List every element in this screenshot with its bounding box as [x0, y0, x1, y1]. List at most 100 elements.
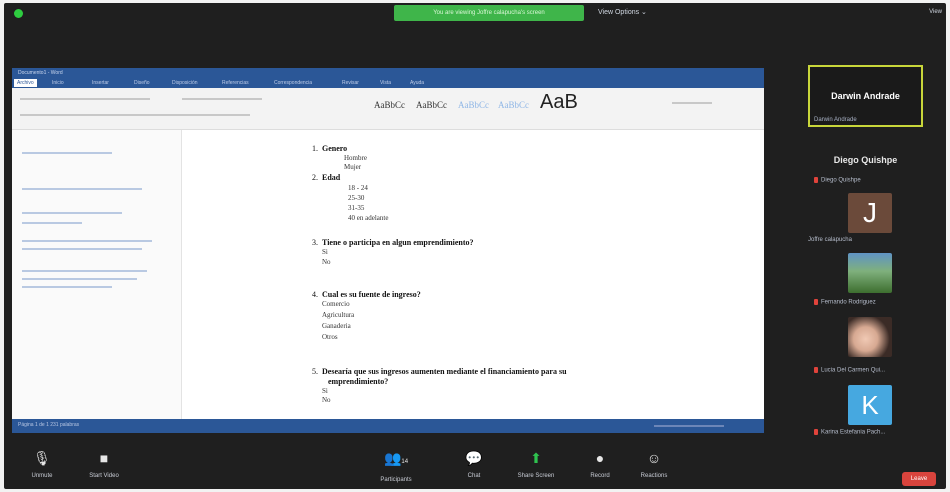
navigation-pane [12, 130, 182, 419]
ribbon-tab[interactable]: Correspondencia [274, 79, 312, 87]
ribbon-tab[interactable]: Diseño [134, 79, 150, 87]
chat-icon: 💬 [465, 450, 483, 466]
reactions-button[interactable]: ☺ Reactions [624, 449, 684, 479]
video-off-icon: ■ [99, 450, 109, 466]
sharing-banner: You are viewing Joffre calapucha's scree… [394, 5, 584, 21]
ribbon-tab[interactable]: Inicio [52, 79, 64, 87]
record-button[interactable]: ● Record [570, 449, 630, 479]
nav-heading[interactable] [22, 222, 82, 224]
question: 4. Cual es su fuente de ingreso? [312, 290, 421, 299]
participant-tile[interactable]: Diego Quishpe [808, 173, 923, 187]
active-speaker-tile[interactable]: Darwin Andrade Darwin Andrade [808, 65, 923, 127]
question: 5. Desearía que sus ingresos aumenten me… [312, 367, 567, 376]
muted-microphone-icon: 🎙 [33, 450, 51, 466]
option: No [322, 396, 331, 404]
option: 18 - 24 [348, 184, 368, 192]
leave-button[interactable]: Leave [902, 472, 936, 486]
participant-tile[interactable]: Fernando Rodriguez [808, 251, 923, 311]
zoom-slider[interactable] [654, 425, 724, 427]
ribbon-tab[interactable]: Ayuda [410, 79, 424, 87]
ribbon-control[interactable] [182, 98, 262, 100]
zoom-window: You are viewing Joffre calapucha's scree… [4, 3, 946, 489]
participant-name: Fernando Rodriguez [814, 299, 876, 306]
nav-heading[interactable] [22, 278, 137, 280]
avatar: K [848, 385, 892, 425]
word-status-bar: Página 1 de 1 231 palabras [12, 419, 764, 433]
participant-name: Lucia Del Carmen Qui... [814, 367, 885, 374]
option: No [322, 258, 331, 266]
nav-heading[interactable] [22, 270, 147, 272]
word-ribbon-tabs: Archivo Inicio Insertar Diseño Disposici… [12, 78, 764, 88]
option: Ganaderia [322, 322, 351, 330]
option: 40 en adelante [348, 214, 389, 222]
ribbon-tab[interactable]: Referencias [222, 79, 249, 87]
start-video-button[interactable]: ■ Start Video [74, 449, 134, 479]
avatar-photo [848, 317, 892, 357]
participant-name: Joffre calapucha [808, 237, 852, 243]
participants-button[interactable]: 👥14 Participants [366, 449, 426, 483]
participant-name: Diego Quishpe [814, 177, 861, 184]
active-speaker-name: Darwin Andrade [831, 91, 900, 101]
muted-mic-icon [814, 177, 818, 183]
question: 2. Edad [312, 173, 341, 182]
record-icon: ● [595, 450, 605, 466]
share-screen-icon: ⬆ [530, 450, 542, 466]
option: Hombre [344, 154, 367, 162]
option: 31-35 [348, 204, 365, 212]
option: 25-30 [348, 194, 365, 202]
chat-button[interactable]: 💬 Chat [444, 449, 504, 479]
ribbon-tab[interactable]: Disposición [172, 79, 198, 87]
participant-tile[interactable]: Lucia Del Carmen Qui... [808, 315, 923, 379]
nav-heading[interactable] [22, 286, 112, 288]
avatar-photo [848, 253, 892, 293]
participant-tile[interactable]: K Karina Estefania Pach... [808, 383, 923, 439]
participant-tile[interactable]: J Joffre calapucha [808, 191, 923, 247]
style-heading1[interactable]: AaBbCc [458, 100, 489, 110]
ribbon-tab[interactable]: Insertar [92, 79, 109, 87]
ribbon-control[interactable] [672, 102, 712, 104]
word-ribbon: AaBbCc AaBbCc AaBbCc AaBbCc AaB [12, 88, 764, 130]
participant-name: Karina Estefania Pach... [814, 429, 885, 436]
ribbon-tab[interactable]: Vista [380, 79, 391, 87]
nav-heading[interactable] [22, 188, 142, 190]
nav-heading[interactable] [22, 248, 142, 250]
muted-mic-icon [814, 429, 818, 435]
nav-heading[interactable] [22, 152, 112, 154]
option: Agricultura [322, 311, 355, 319]
shared-screen: Documento1 - Word Archivo Inicio Inserta… [12, 68, 764, 433]
participant-name-title: Diego Quishpe [833, 155, 898, 165]
meeting-toolbar: 🎙 Unmute ■ Start Video 👥14 Participants … [4, 443, 946, 489]
question-continuation: emprendimiento? [328, 377, 389, 386]
view-button[interactable]: View [929, 9, 942, 15]
style-normal[interactable]: AaBbCc [374, 100, 405, 110]
option: Si [322, 248, 328, 256]
document-page[interactable]: 1. Genero Hombre Mujer 2. Edad 18 - 24 2… [182, 130, 764, 419]
nav-heading[interactable] [22, 240, 152, 242]
style-heading2[interactable]: AaBbCc [498, 100, 529, 110]
ribbon-control[interactable] [20, 114, 250, 116]
option: Mujer [344, 163, 362, 171]
participants-icon: 👥14 [383, 450, 409, 466]
ribbon-tab[interactable]: Archivo [14, 79, 37, 87]
reactions-icon: ☺ [646, 450, 662, 466]
muted-mic-icon [814, 367, 818, 373]
question: 1. Genero [312, 144, 348, 153]
avatar: J [848, 193, 892, 233]
ribbon-tab[interactable]: Revisar [342, 79, 359, 87]
word-status-text: Página 1 de 1 231 palabras [18, 422, 80, 428]
option: Comercio [322, 300, 350, 308]
question: 3. Tiene o participa en algun emprendimi… [312, 238, 474, 247]
top-bar: You are viewing Joffre calapucha's scree… [4, 3, 946, 23]
option: Otros [322, 333, 338, 341]
active-speaker-label: Darwin Andrade [814, 117, 857, 123]
word-title-bar: Documento1 - Word [12, 68, 764, 78]
muted-mic-icon [814, 299, 818, 305]
share-screen-button[interactable]: ⬆ Share Screen [506, 449, 566, 479]
ribbon-control[interactable] [20, 98, 150, 100]
unmute-button[interactable]: 🎙 Unmute [12, 449, 72, 479]
nav-heading[interactable] [22, 212, 122, 214]
security-shield-icon[interactable] [14, 9, 23, 18]
style-title[interactable]: AaB [540, 91, 578, 114]
view-options-button[interactable]: View Options ⌄ [598, 6, 647, 20]
style-no-spacing[interactable]: AaBbCc [416, 100, 447, 110]
